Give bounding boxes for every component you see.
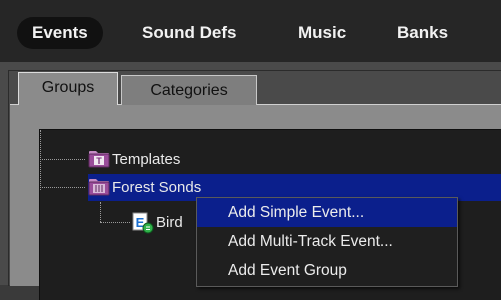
tab-events[interactable]: Events	[17, 17, 103, 49]
tree-connector	[40, 130, 41, 190]
tree-connector	[100, 202, 101, 222]
tree-connector	[100, 222, 130, 223]
tab-banks[interactable]: Banks	[382, 17, 463, 49]
tab-sound-defs[interactable]: Sound Defs	[127, 17, 251, 49]
folder-template-icon: T	[88, 151, 110, 168]
tree-connector	[40, 187, 85, 188]
tree-item-label: Forest Sonds	[112, 179, 202, 196]
menu-item-add-simple-event[interactable]: Add Simple Event...	[197, 198, 457, 227]
tab-music[interactable]: Music	[283, 17, 361, 49]
tree-item-label: Templates	[112, 151, 181, 168]
menu-item-add-event-group[interactable]: Add Event Group	[197, 256, 457, 285]
tab-groups[interactable]: Groups	[18, 72, 118, 105]
folder-group-icon	[88, 179, 110, 196]
top-tab-bar: Events Sound Defs Music Banks	[0, 0, 501, 62]
simple-event-icon: E	[132, 212, 154, 234]
tab-categories[interactable]: Categories	[121, 75, 257, 105]
tree-item-label: Bird	[156, 214, 183, 231]
context-menu: Add Simple Event... Add Multi-Track Even…	[196, 197, 458, 287]
svg-text:T: T	[96, 156, 102, 166]
tree-connector	[40, 159, 85, 160]
menu-item-add-multi-track-event[interactable]: Add Multi-Track Event...	[197, 227, 457, 256]
tree-item-templates[interactable]: T Templates	[88, 146, 288, 173]
